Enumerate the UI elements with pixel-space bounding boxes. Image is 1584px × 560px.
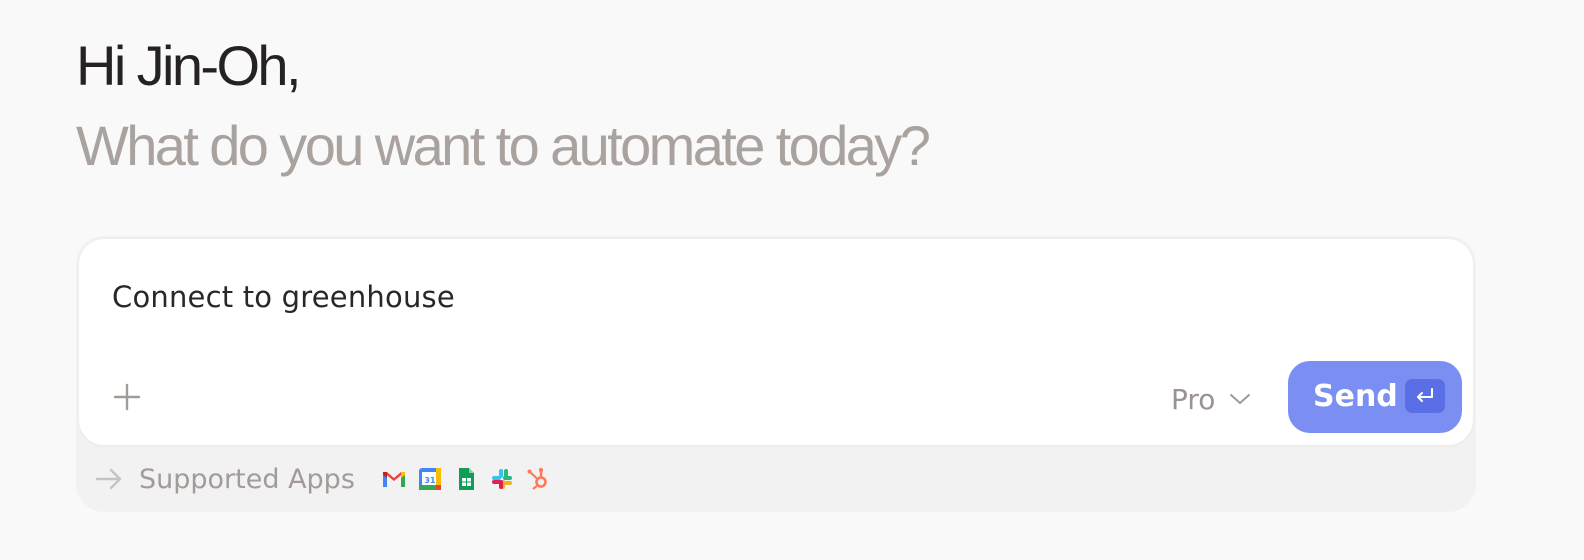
prompt-input[interactable] (112, 277, 1412, 317)
arrow-right-icon (95, 468, 122, 490)
hubspot-icon (527, 467, 547, 490)
send-button-label: Send (1313, 379, 1398, 414)
slack-icon (491, 469, 512, 489)
supported-apps: Supported Apps 31 (94, 462, 551, 496)
gmail-icon (382, 472, 405, 487)
model-selected-label: Pro (1171, 382, 1216, 416)
page-subtitle: What do you want to automate today? (76, 114, 931, 177)
enter-key-icon (1405, 379, 1445, 413)
model-select[interactable]: Pro (1171, 379, 1251, 419)
composer-container: Pro Send Supported Apps (76, 236, 1476, 512)
chevron-down-icon (1230, 394, 1251, 404)
calendar-day-label: 31 (424, 476, 436, 485)
google-calendar-icon: 31 (418, 468, 441, 490)
send-button[interactable]: Send (1288, 361, 1462, 433)
google-sheets-icon (458, 468, 474, 490)
greeting-heading: Hi Jin-Oh, (76, 34, 302, 97)
plus-icon (113, 383, 141, 411)
add-attachment-button[interactable] (107, 377, 147, 417)
prompt-composer: Pro Send (78, 238, 1474, 446)
supported-apps-label: Supported Apps (139, 463, 355, 495)
app-icon-list: 31 (381, 466, 551, 492)
